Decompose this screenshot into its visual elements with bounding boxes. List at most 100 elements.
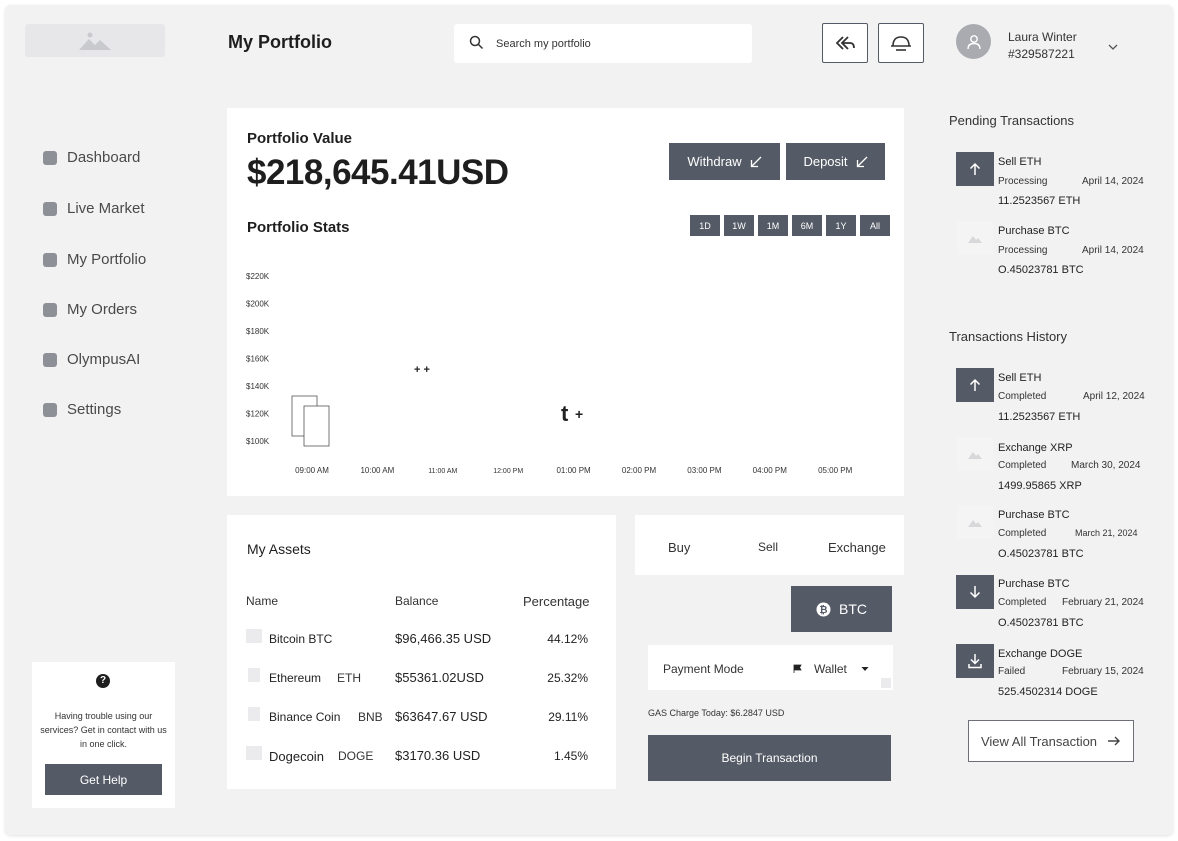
nav-bullet-icon bbox=[43, 302, 57, 317]
bell-icon bbox=[891, 36, 911, 51]
coin-icon bbox=[246, 629, 262, 643]
range-all-button[interactable]: All bbox=[860, 215, 890, 236]
range-1w-button[interactable]: 1W bbox=[724, 215, 754, 236]
asset-name: Bitcoin BTC bbox=[269, 632, 333, 646]
page-title: My Portfolio bbox=[228, 32, 332, 52]
tx-status: Processing bbox=[998, 176, 1048, 187]
user-menu-toggle[interactable] bbox=[1108, 38, 1118, 56]
logo[interactable] bbox=[25, 24, 165, 57]
arrow-up-icon bbox=[956, 152, 994, 186]
withdraw-button[interactable]: Withdraw bbox=[669, 143, 780, 180]
x-tick-label: 10:00 AM bbox=[360, 466, 394, 475]
payment-mode-value: Wallet bbox=[814, 662, 847, 676]
deposit-button[interactable]: Deposit bbox=[786, 143, 885, 180]
payment-mode-label: Payment Mode bbox=[663, 662, 744, 676]
avatar[interactable] bbox=[956, 24, 991, 59]
tx-date: March 30, 2024 bbox=[1071, 460, 1141, 471]
x-tick-label: 03:00 PM bbox=[687, 466, 722, 475]
tx-amount: 11.2523567 ETH bbox=[998, 411, 1081, 423]
tx-title: Purchase BTC bbox=[998, 578, 1070, 590]
range-1m-button[interactable]: 1M bbox=[758, 215, 788, 236]
deposit-label: Deposit bbox=[803, 154, 848, 169]
sidebar-item-olympusai[interactable]: OlympusAI bbox=[43, 351, 140, 368]
arrow-down-left-icon bbox=[750, 156, 762, 167]
x-tick-label: 02:00 PM bbox=[622, 466, 657, 475]
sidebar-item-label: My Portfolio bbox=[67, 251, 147, 268]
portfolio-stats-label: Portfolio Stats bbox=[247, 219, 350, 236]
chart-glyph-mark: + bbox=[575, 406, 583, 422]
arrow-down-icon bbox=[956, 575, 994, 609]
download-icon bbox=[956, 644, 994, 678]
tx-date: February 15, 2024 bbox=[1062, 666, 1144, 677]
tx-amount: 1499.95865 XRP bbox=[998, 480, 1082, 492]
assets-title: My Assets bbox=[247, 541, 311, 557]
asset-balance: $3170.36 USD bbox=[395, 748, 481, 763]
asset-ticker: DOGE bbox=[338, 749, 374, 763]
column-header-percentage: Percentage bbox=[523, 594, 590, 609]
tx-amount: O.45023781 BTC bbox=[998, 617, 1084, 629]
arrow-right-icon bbox=[1108, 736, 1121, 746]
tx-amount: 11.2523567 ETH bbox=[998, 195, 1081, 207]
coin-label: BTC bbox=[839, 601, 867, 617]
table-row[interactable]: Dogecoin DOGE $3170.36 USD 1.45% bbox=[227, 742, 616, 772]
coin-icon bbox=[248, 668, 260, 682]
y-tick-label: $200K bbox=[246, 300, 270, 309]
sidebar-item-my-portfolio[interactable]: My Portfolio bbox=[43, 251, 146, 268]
tab-sell[interactable]: Sell bbox=[758, 540, 778, 554]
asset-percentage: 1.45% bbox=[553, 749, 588, 763]
asset-percentage: 25.32% bbox=[547, 671, 588, 685]
view-all-transactions-button[interactable]: View All Transaction bbox=[968, 720, 1134, 762]
table-row[interactable]: Ethereum ETH $55361.02USD 25.32% bbox=[227, 664, 616, 694]
table-row[interactable]: Binance Coin BNB $63647.67 USD 29.11% bbox=[227, 703, 616, 733]
table-row[interactable]: Bitcoin BTC $96,466.35 USD 44.12% bbox=[227, 625, 616, 655]
portfolio-stats-chart: $220K $200K $180K $160K $140K $120K $100K 09:0… bbox=[246, 272, 853, 475]
portfolio-value-label: Portfolio Value bbox=[247, 130, 353, 147]
range-6m-button[interactable]: 6M bbox=[792, 215, 822, 236]
chart-glyph-mark: + + bbox=[414, 364, 430, 376]
sidebar-item-live-market[interactable]: Live Market bbox=[43, 200, 145, 217]
x-tick-label: 12:00 PM bbox=[493, 468, 523, 475]
withdraw-label: Withdraw bbox=[687, 154, 742, 169]
svg-text:₿: ₿ bbox=[819, 604, 827, 616]
column-header-balance: Balance bbox=[395, 594, 439, 608]
tx-amount: 525.4502314 DOGE bbox=[998, 686, 1098, 698]
sidebar-item-my-orders[interactable]: My Orders bbox=[43, 301, 137, 318]
search-bar[interactable] bbox=[454, 24, 752, 63]
asset-percentage: 44.12% bbox=[547, 632, 588, 646]
tx-amount: O.45023781 BTC bbox=[998, 264, 1084, 276]
range-1y-button[interactable]: 1Y bbox=[826, 215, 856, 236]
image-placeholder-icon bbox=[956, 505, 994, 539]
trade-tabs: Buy Sell Exchange bbox=[635, 515, 904, 575]
get-help-button[interactable]: Get Help bbox=[45, 764, 162, 795]
y-tick-label: $100K bbox=[246, 437, 270, 446]
coin-select-button[interactable]: ₿ BTC bbox=[791, 586, 892, 632]
payment-mode-select[interactable]: Wallet bbox=[793, 657, 885, 681]
tx-date: April 14, 2024 bbox=[1082, 176, 1144, 187]
portfolio-value: $218,645.41USD bbox=[247, 153, 509, 192]
x-tick-label: 04:00 PM bbox=[753, 466, 788, 475]
view-all-label: View All Transaction bbox=[980, 733, 1098, 749]
begin-transaction-button[interactable]: Begin Transaction bbox=[648, 735, 891, 781]
help-card: ? Having trouble using our services? Get… bbox=[32, 662, 175, 808]
notification-button[interactable] bbox=[878, 23, 924, 63]
chart-placeholder-shape bbox=[303, 405, 330, 447]
portfolio-card: Portfolio Value $218,645.41USD Withdraw … bbox=[227, 108, 904, 496]
tab-buy[interactable]: Buy bbox=[668, 540, 690, 555]
range-1d-button[interactable]: 1D bbox=[690, 215, 720, 236]
asset-ticker: ETH bbox=[337, 671, 361, 685]
asset-ticker: BNB bbox=[358, 710, 383, 724]
time-range-selector: 1D 1W 1M 6M 1Y All bbox=[690, 215, 890, 236]
nav-bullet-icon bbox=[43, 252, 57, 267]
tx-status: Completed bbox=[998, 597, 1047, 608]
transactions-history-title: Transactions History bbox=[949, 329, 1067, 344]
sidebar-item-label: Live Market bbox=[67, 200, 145, 217]
reply-all-button[interactable] bbox=[822, 23, 868, 63]
chart-placeholder-artifacts: + + t + bbox=[291, 364, 583, 447]
coin-icon bbox=[246, 746, 262, 760]
my-assets-card: My Assets Name Balance Percentage Bitcoi… bbox=[227, 515, 616, 789]
sidebar-item-settings[interactable]: Settings bbox=[43, 401, 121, 418]
sidebar-item-dashboard[interactable]: Dashboard bbox=[43, 149, 140, 166]
search-input[interactable] bbox=[496, 34, 736, 54]
tab-exchange[interactable]: Exchange bbox=[828, 540, 886, 555]
asset-percentage: 29.11% bbox=[548, 710, 588, 724]
